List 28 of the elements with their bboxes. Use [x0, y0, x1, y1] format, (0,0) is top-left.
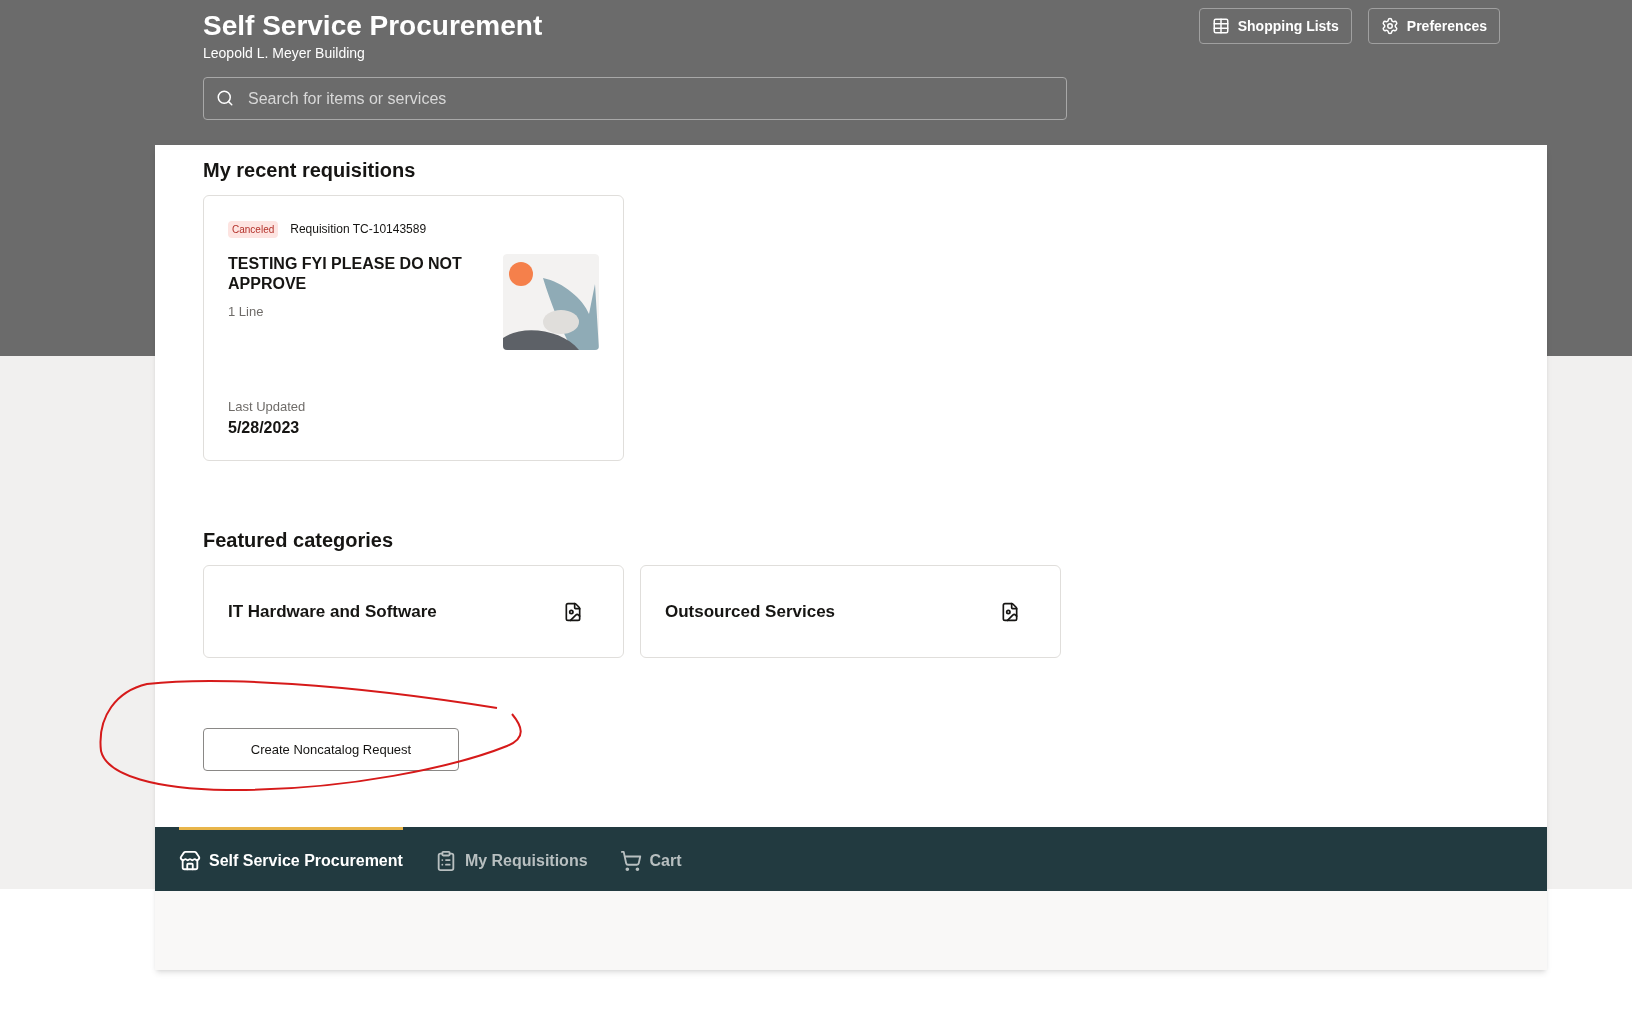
status-badge: Canceled: [228, 220, 279, 238]
header-button[interactable]: Shopping Lists: [1198, 8, 1352, 44]
last-updated-label: Last Updated: [228, 397, 307, 416]
nav-tab[interactable]: My Requisitions: [434, 827, 588, 891]
nav-tab[interactable]: Cart: [619, 827, 682, 891]
section-heading: My recent requisitions: [203, 158, 417, 183]
search-icon: [216, 89, 234, 107]
settings-icon: [1380, 17, 1399, 35]
store-icon: [179, 849, 201, 872]
table-icon: [1211, 17, 1230, 35]
requisition-card[interactable]: Canceled Requisition TC-10143589 TESTING FYI PLEASE DO NOT APPROVE 1 Line Last Updated 5/28/2023: [203, 195, 624, 461]
page-title: Self Service Procurement: [203, 9, 543, 43]
requisition-number: Requisition TC-10143589: [290, 221, 427, 238]
section-heading: Featured categories: [203, 528, 395, 553]
image-file-icon: [563, 601, 583, 622]
category-name: Outsourced Services: [665, 600, 836, 623]
category-card[interactable]: IT Hardware and Software: [203, 565, 624, 658]
image-file-icon: [1000, 601, 1020, 622]
category-name: IT Hardware and Software: [228, 600, 437, 623]
requisition-title: TESTING FYI PLEASE DO NOT APPROVE: [228, 254, 463, 294]
header-button[interactable]: Preferences: [1367, 8, 1500, 44]
search-field[interactable]: Search for items or services: [203, 77, 1067, 120]
category-card[interactable]: Outsourced Services: [640, 565, 1061, 658]
cart-icon: [619, 849, 642, 872]
line-count: 1 Line: [228, 303, 265, 321]
last-updated-date: 5/28/2023: [228, 418, 301, 438]
location-subtitle: Leopold L. Meyer Building: [203, 44, 366, 62]
create-request-button[interactable]: Create Noncatalog Request: [203, 728, 459, 771]
